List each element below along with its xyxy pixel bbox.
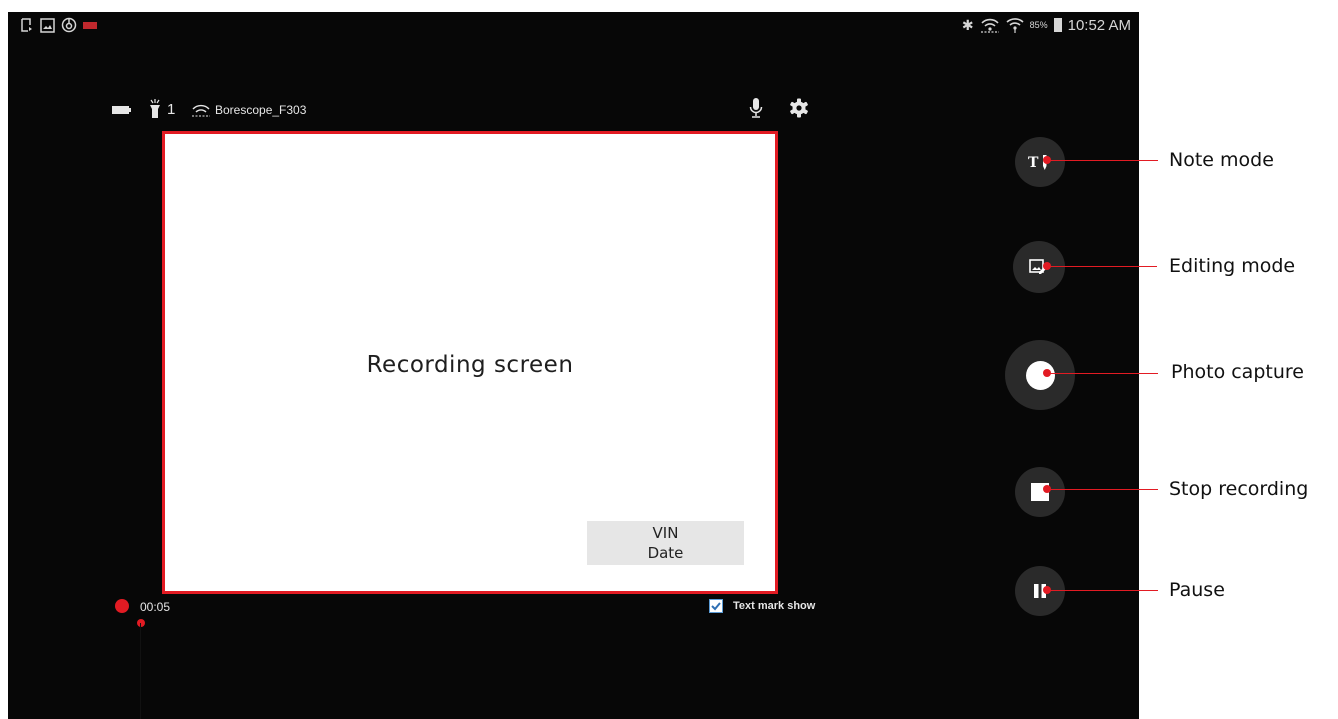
photo-capture-button[interactable] — [1005, 340, 1075, 410]
callout-editing-mode: Editing mode — [1169, 255, 1296, 277]
clock: 10:52 AM — [1067, 16, 1131, 34]
svg-text:T: T — [1028, 155, 1039, 171]
recording-indicator — [115, 599, 129, 613]
wifi-direct-icon — [980, 18, 999, 33]
recording-viewport[interactable]: Recording screen VIN Date — [162, 131, 778, 594]
callout-leader — [1047, 489, 1158, 491]
light-level-value: 1 — [167, 100, 176, 118]
microphone-button[interactable] — [749, 97, 763, 124]
text-mark-overlay: VIN Date — [587, 521, 744, 565]
text-mark-label: Text mark show — [733, 600, 816, 612]
light-level-control[interactable]: 1 — [149, 98, 175, 120]
microphone-icon — [749, 98, 763, 118]
callout-photo-capture: Photo capture — [1171, 361, 1304, 383]
status-bar-left — [20, 15, 97, 35]
text-mark-toggle[interactable]: Text mark show — [709, 599, 815, 613]
settings-button[interactable] — [789, 98, 809, 123]
recording-timer: 00:05 — [140, 600, 171, 614]
callout-leader — [1047, 160, 1158, 162]
callout-leader — [1047, 373, 1158, 375]
callout-pause: Pause — [1169, 579, 1225, 601]
battery-icon — [1053, 18, 1062, 32]
recording-screen-label: Recording screen — [366, 352, 574, 378]
checkbox-checked-icon[interactable] — [709, 599, 723, 613]
device-battery-icon — [112, 103, 132, 121]
power-icon — [61, 17, 77, 33]
overlay-date: Date — [647, 544, 684, 562]
callout-leader-vertical — [140, 623, 142, 719]
gear-icon — [790, 98, 808, 118]
callout-leader — [1047, 590, 1158, 592]
note-mode-button[interactable]: T — [1015, 137, 1065, 187]
app-screen: ✱ 85% 10:52 AM 1 Borescope_F303 Recordin… — [8, 12, 1139, 719]
device-connection: Borescope_F303 — [191, 101, 306, 119]
battery-percent: 85% — [1029, 20, 1048, 30]
wifi-direct-icon — [192, 104, 210, 117]
image-icon — [40, 17, 55, 33]
screen-record-icon — [21, 18, 32, 32]
callout-stop-recording: Stop recording — [1169, 478, 1309, 500]
stop-recording-button[interactable] — [1015, 467, 1065, 517]
overlay-vin: VIN — [652, 524, 679, 542]
callout-note-mode: Note mode — [1169, 149, 1274, 171]
app-badge-icon — [83, 21, 97, 29]
bluetooth-icon: ✱ — [961, 16, 974, 33]
wifi-signal-icon — [1006, 18, 1024, 33]
device-name: Borescope_F303 — [215, 103, 307, 117]
callout-leader — [1047, 266, 1157, 268]
status-bar-right: ✱ 85% 10:52 AM — [962, 15, 1131, 35]
flashlight-icon — [150, 99, 160, 118]
